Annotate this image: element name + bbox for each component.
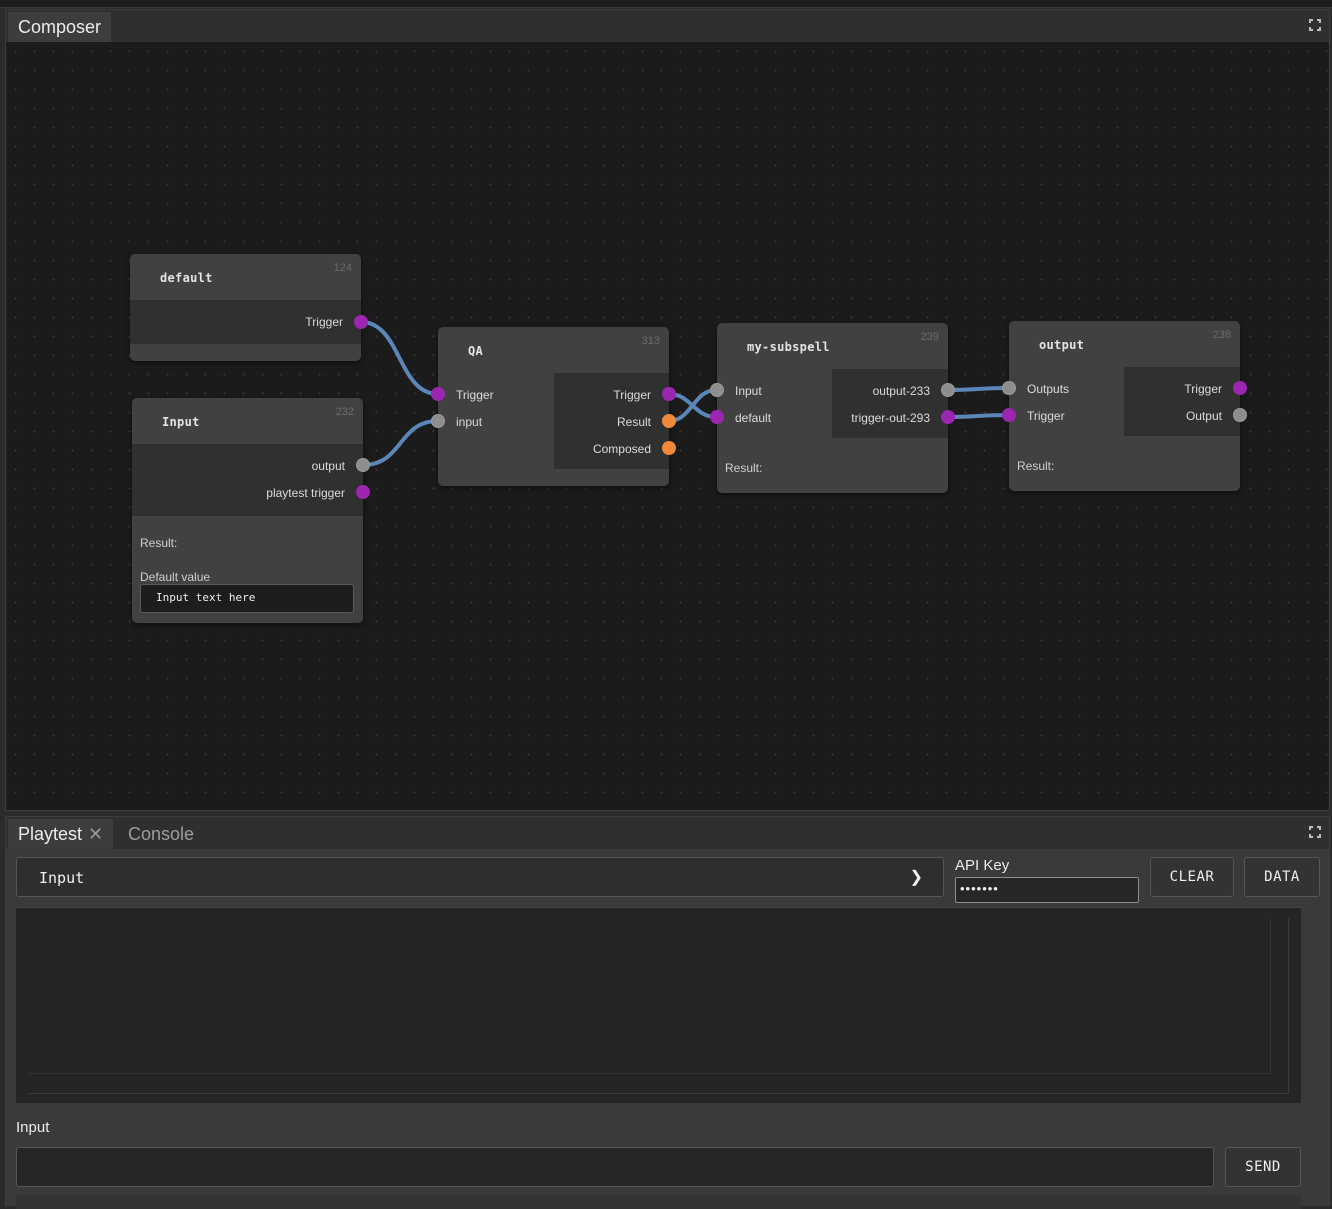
socket-output-outputs-in[interactable] — [1002, 381, 1016, 395]
port-label-trigger-out: Trigger — [613, 388, 651, 402]
input-select-value: Input — [39, 869, 85, 887]
socket-default-trigger-out[interactable] — [354, 315, 368, 329]
port-label-composed-out: Composed — [592, 442, 651, 456]
composer-panel: Composer default 124 Trigger Input 232 o… — [5, 9, 1330, 811]
top-strip — [0, 0, 1332, 8]
socket-output-output-out[interactable] — [1233, 408, 1247, 422]
node-my-subspell[interactable]: my-subspell 239 Input default output-233… — [717, 323, 948, 493]
node-title: output — [1039, 338, 1085, 352]
node-ports: Trigger input Trigger Result Composed — [438, 373, 669, 469]
tab-composer[interactable]: Composer — [8, 12, 112, 42]
port-label-playtest-trigger: playtest trigger — [266, 486, 345, 500]
socket-output-trigger-out[interactable] — [1233, 381, 1247, 395]
port-label-default-in: default — [735, 411, 772, 425]
api-key-label: API Key — [955, 857, 1010, 874]
node-header: my-subspell 239 — [717, 323, 948, 369]
node-title: QA — [468, 344, 484, 358]
playtest-panel: Playtest ✕ Console Input ❯ API Key ••••••… — [5, 816, 1330, 1209]
default-value-input[interactable]: Input text here — [140, 584, 354, 613]
port-label-trigger-out: Trigger — [1184, 382, 1222, 396]
socket-subspell-default-in[interactable] — [710, 410, 724, 424]
node-output[interactable]: output 238 Outputs Trigger Trigger Outpu… — [1009, 321, 1240, 491]
node-id: 238 — [1212, 329, 1231, 341]
maximize-icon[interactable] — [1309, 826, 1321, 838]
node-id: 239 — [920, 331, 939, 343]
input-label: Input — [16, 1119, 50, 1136]
graph-canvas[interactable]: default 124 Trigger Input 232 output pla… — [6, 42, 1329, 810]
socket-qa-trigger-in[interactable] — [431, 387, 445, 401]
node-header: Input 232 — [132, 398, 363, 444]
tab-playtest[interactable]: Playtest ✕ — [8, 819, 114, 849]
default-value-label: Default value — [140, 570, 211, 584]
socket-input-playtest-trigger-out[interactable] — [356, 485, 370, 499]
port-label-input-in: input — [456, 415, 483, 429]
composer-tabbar: Composer — [6, 10, 1329, 42]
node-qa[interactable]: QA 313 Trigger input Trigger Result Comp… — [438, 327, 669, 486]
node-ports: output playtest trigger — [132, 444, 363, 516]
node-ports: Trigger — [130, 300, 361, 344]
node-id: 232 — [335, 406, 354, 418]
node-id: 313 — [641, 335, 660, 347]
clear-button[interactable]: CLEAR — [1150, 857, 1234, 897]
port-label-trigger-in: Trigger — [456, 388, 494, 402]
tab-playtest-label: Playtest — [18, 824, 83, 844]
socket-subspell-input-in[interactable] — [710, 383, 724, 397]
socket-subspell-trigger-out-293-out[interactable] — [941, 410, 955, 424]
input-select[interactable]: Input ❯ — [16, 857, 944, 897]
wire-subspell-trigger-to-output-trigger — [946, 413, 1010, 419]
node-title: default — [160, 271, 213, 285]
port-label-result-out: Result — [616, 415, 651, 429]
node-title: Input — [162, 415, 200, 429]
socket-qa-result-out[interactable] — [662, 414, 676, 428]
output-area[interactable] — [16, 907, 1301, 1103]
close-icon[interactable]: ✕ — [88, 824, 103, 844]
node-ports: Input default output-233 trigger-out-293 — [717, 369, 948, 438]
port-label-outputs-in: Outputs — [1027, 382, 1070, 396]
wire-subspell-output-to-output-outputs — [946, 386, 1010, 392]
node-default[interactable]: default 124 Trigger — [130, 254, 361, 361]
playtest-body: Input ❯ API Key ••••••• CLEAR DATA Input… — [6, 849, 1329, 1209]
node-header: output 238 — [1009, 321, 1240, 367]
socket-qa-trigger-out[interactable] — [662, 387, 676, 401]
playtest-tabbar: Playtest ✕ Console — [6, 817, 1329, 849]
port-label-output-233: output-233 — [872, 384, 930, 398]
api-key-field[interactable]: ••••••• — [955, 877, 1139, 903]
node-result-label: Result: — [725, 461, 763, 475]
maximize-icon[interactable] — [1309, 19, 1321, 31]
port-label-output-out: Output — [1185, 409, 1222, 423]
wire-default-trigger-to-qa-trigger — [359, 320, 440, 396]
node-input[interactable]: Input 232 output playtest trigger Result… — [132, 398, 363, 623]
output-content — [28, 918, 1271, 1074]
port-label-trigger-out-293: trigger-out-293 — [851, 411, 930, 425]
socket-output-trigger-in[interactable] — [1002, 408, 1016, 422]
port-label-trigger: Trigger — [305, 315, 343, 329]
send-button[interactable]: SEND — [1225, 1147, 1301, 1187]
socket-subspell-output-233-out[interactable] — [941, 383, 955, 397]
node-inputs-column: Outputs Trigger — [1009, 367, 1124, 436]
tab-console[interactable]: Console — [118, 819, 204, 849]
socket-qa-input-in[interactable] — [431, 414, 445, 428]
chevron-right-icon: ❯ — [909, 869, 923, 886]
port-label-input-in: Input — [735, 384, 762, 398]
node-result-label: Result: — [140, 536, 178, 550]
node-ports: Outputs Trigger Trigger Output — [1009, 367, 1240, 436]
node-header: QA 313 — [438, 327, 669, 373]
bottom-bar — [16, 1195, 1301, 1209]
message-input[interactable] — [16, 1147, 1214, 1187]
node-header: default 124 — [130, 254, 361, 300]
socket-input-output-out[interactable] — [356, 458, 370, 472]
node-title: my-subspell — [747, 340, 830, 354]
port-label-output: output — [311, 459, 345, 473]
output-frame — [28, 918, 1289, 1094]
port-label-trigger-in: Trigger — [1027, 409, 1065, 423]
socket-qa-composed-out[interactable] — [662, 441, 676, 455]
node-inputs-column: Trigger input — [438, 373, 554, 469]
node-id: 124 — [333, 262, 352, 274]
data-button[interactable]: DATA — [1244, 857, 1320, 897]
node-result-label: Result: — [1017, 459, 1055, 473]
wire-input-output-to-qa-input — [361, 419, 440, 467]
node-inputs-column: Input default — [717, 369, 832, 438]
